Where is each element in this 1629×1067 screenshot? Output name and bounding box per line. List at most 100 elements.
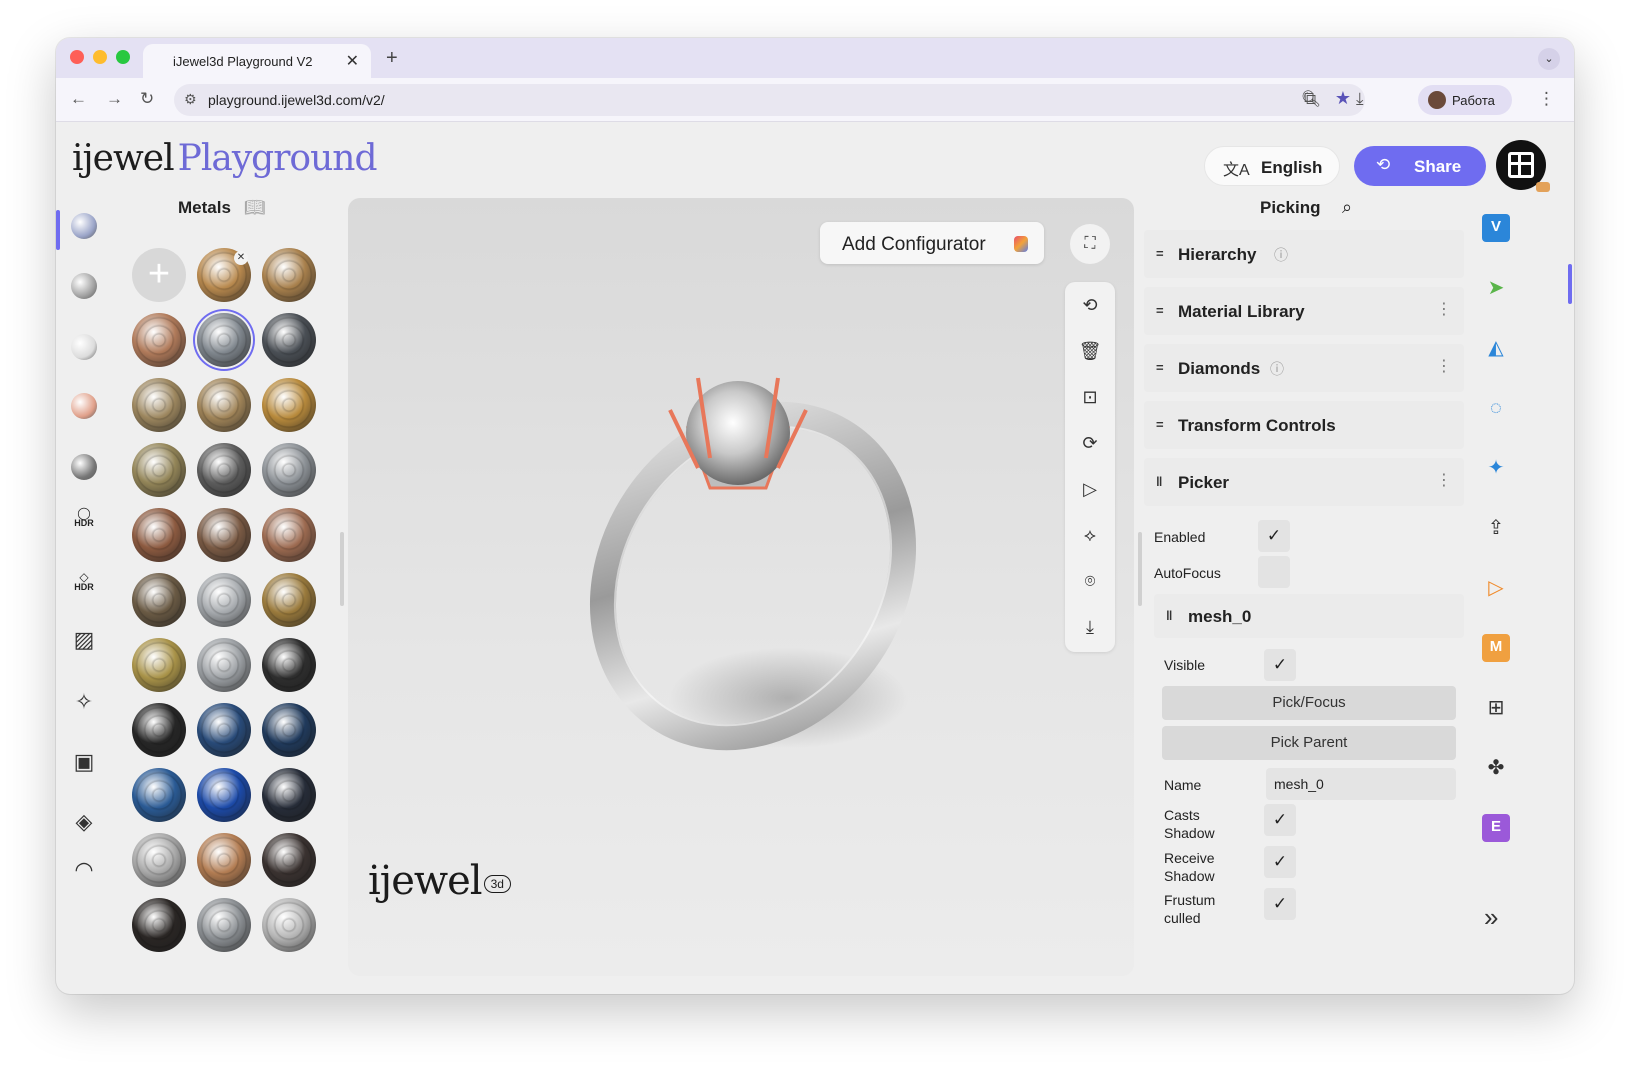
gems-icon[interactable] (68, 270, 100, 302)
casts-shadow-checkbox[interactable]: ✓ (1264, 804, 1296, 836)
metal-swatch[interactable] (132, 898, 186, 952)
browser-menu-icon[interactable]: ⋮ (1538, 89, 1555, 109)
forward-arrow-icon[interactable]: → (106, 89, 123, 109)
e-badge-icon[interactable]: E (1482, 814, 1510, 842)
metal-swatch[interactable] (197, 573, 251, 627)
pick-parent-button[interactable]: Pick Parent (1162, 726, 1456, 760)
reset-view-icon[interactable]: ⟳ (1077, 430, 1103, 456)
metal-swatch[interactable] (197, 443, 251, 497)
section-diamonds[interactable]: = Diamonds ⓘ ⋮ (1144, 344, 1464, 392)
metal-swatch[interactable] (132, 768, 186, 822)
autofocus-checkbox[interactable] (1258, 556, 1290, 588)
metal-swatch[interactable] (132, 378, 186, 432)
metal-swatch[interactable] (132, 508, 186, 562)
metal-swatch[interactable] (132, 638, 186, 692)
metal-swatch[interactable] (197, 898, 251, 952)
metal-swatch[interactable] (197, 313, 251, 367)
frustum-culled-checkbox[interactable]: ✓ (1264, 888, 1296, 920)
new-tab-icon[interactable]: + (386, 47, 398, 70)
upload-icon[interactable]: ⇪ (1482, 514, 1510, 542)
info-icon[interactable]: ⓘ (1274, 245, 1288, 265)
metal-swatch[interactable] (197, 833, 251, 887)
metal-swatch[interactable] (197, 378, 251, 432)
pattern-icon[interactable] (68, 451, 100, 483)
metal-swatch[interactable] (197, 638, 251, 692)
reload-icon[interactable]: ↻ (140, 89, 154, 109)
metal-swatch[interactable] (132, 313, 186, 367)
profile-chip[interactable]: Работа (1418, 85, 1512, 115)
more-options-icon[interactable]: ⋮ (1436, 470, 1452, 490)
hdr-diamond-icon[interactable]: ◇ HDR (68, 568, 100, 600)
3d-viewport[interactable]: Add Configurator ⛶ ⟲ 🗑 ⊡ ⟳ ▷ ⟡ ⌾ ⤓ ijewel 3d (348, 198, 1134, 976)
metal-swatch[interactable] (262, 638, 316, 692)
left-panel-resize-handle[interactable] (340, 532, 344, 606)
cursor-icon[interactable]: ➤ (1482, 274, 1510, 302)
camera-icon[interactable]: ⌾ (1077, 568, 1103, 594)
minimize-window-button[interactable] (93, 50, 107, 64)
fullscreen-icon[interactable]: ⛶ (1070, 224, 1110, 264)
metal-swatch[interactable] (262, 703, 316, 757)
tab-close-icon[interactable]: ✕ (346, 51, 359, 71)
drag-handle-icon[interactable]: = (1156, 360, 1164, 375)
metal-swatch[interactable] (262, 443, 316, 497)
add-configurator-button[interactable]: Add Configurator (820, 222, 1044, 264)
stripes-icon[interactable]: ▨ (68, 624, 100, 656)
drag-handle-icon[interactable]: = (1156, 246, 1164, 261)
share-button[interactable]: ⟲ Share (1354, 146, 1486, 186)
grid-icon[interactable]: ⊞ (1482, 694, 1510, 722)
bookmark-star-icon[interactable]: ★ (1335, 88, 1351, 109)
address-bar[interactable]: ⚙ playground.ijewel3d.com/v2/ 🔍︎ ★ (174, 84, 1365, 116)
drag-handle-icon[interactable]: = (1156, 303, 1164, 318)
expand-panel-icon[interactable]: » (1484, 902, 1498, 933)
metals-icon[interactable] (68, 210, 100, 242)
section-hierarchy[interactable]: = Hierarchy ⓘ (1144, 230, 1464, 278)
focus-icon[interactable]: ⊡ (1077, 384, 1103, 410)
right-panel-resize-handle[interactable] (1138, 532, 1142, 606)
play-triangle-icon[interactable]: ▷ (1482, 574, 1510, 602)
app-logo[interactable]: ijewel Playground (72, 138, 378, 184)
picking-search-icon[interactable]: ⌕ (1342, 198, 1352, 218)
material-library-icon[interactable]: 📖︎ (244, 198, 266, 218)
play-icon[interactable]: ▷ (1077, 476, 1103, 502)
pivot-icon[interactable]: ⟡ (1077, 522, 1103, 548)
metal-swatch[interactable] (262, 378, 316, 432)
site-settings-icon[interactable]: ⚙ (184, 91, 197, 108)
metal-swatch[interactable] (197, 508, 251, 562)
maximize-window-button[interactable] (116, 50, 130, 64)
m-badge-icon[interactable]: M (1482, 634, 1510, 662)
mesh-subsection[interactable]: ‖ mesh_0 (1154, 594, 1464, 638)
ring-icon[interactable]: ◠ (68, 854, 100, 886)
metal-swatch[interactable] (197, 703, 251, 757)
close-window-button[interactable] (70, 50, 84, 64)
browser-tab[interactable]: iJewel3d Playground V2 ✕ (143, 44, 371, 78)
back-arrow-icon[interactable]: ← (70, 89, 87, 109)
download-icon[interactable]: ⤓ (1077, 614, 1103, 640)
sparkle-icon[interactable]: ✧ (68, 686, 100, 718)
metal-swatch[interactable] (262, 898, 316, 952)
more-options-icon[interactable]: ⋮ (1436, 356, 1452, 376)
metal-swatch[interactable] (132, 703, 186, 757)
v-badge-icon[interactable]: V (1482, 214, 1510, 242)
metal-swatch[interactable] (262, 768, 316, 822)
metal-swatch[interactable] (262, 313, 316, 367)
remove-swatch-icon[interactable]: ✕ (234, 251, 248, 265)
info-icon[interactable]: ⓘ (1270, 359, 1284, 379)
extensions-icon[interactable]: ⧉ (1304, 89, 1316, 109)
puzzle-icon[interactable]: ✤ (1482, 754, 1510, 782)
metal-swatch[interactable] (262, 508, 316, 562)
rose-ball-icon[interactable] (68, 390, 100, 422)
metal-swatch[interactable] (262, 833, 316, 887)
metal-swatch[interactable] (262, 248, 316, 302)
metal-swatch[interactable] (262, 573, 316, 627)
trash-icon[interactable]: 🗑 (1077, 338, 1103, 364)
plane-icon[interactable]: ◈ (68, 806, 100, 838)
metal-swatch[interactable] (197, 768, 251, 822)
name-input[interactable] (1266, 768, 1456, 800)
shapes-icon[interactable]: ◭ (1482, 334, 1510, 362)
more-options-icon[interactable]: ⋮ (1436, 299, 1452, 319)
drag-handle-icon[interactable]: = (1156, 417, 1164, 432)
drag-handle-icon[interactable]: ‖ (1156, 474, 1162, 489)
pick-focus-button[interactable]: Pick/Focus (1162, 686, 1456, 720)
pearl-icon[interactable] (68, 331, 100, 363)
receive-shadow-checkbox[interactable]: ✓ (1264, 846, 1296, 878)
